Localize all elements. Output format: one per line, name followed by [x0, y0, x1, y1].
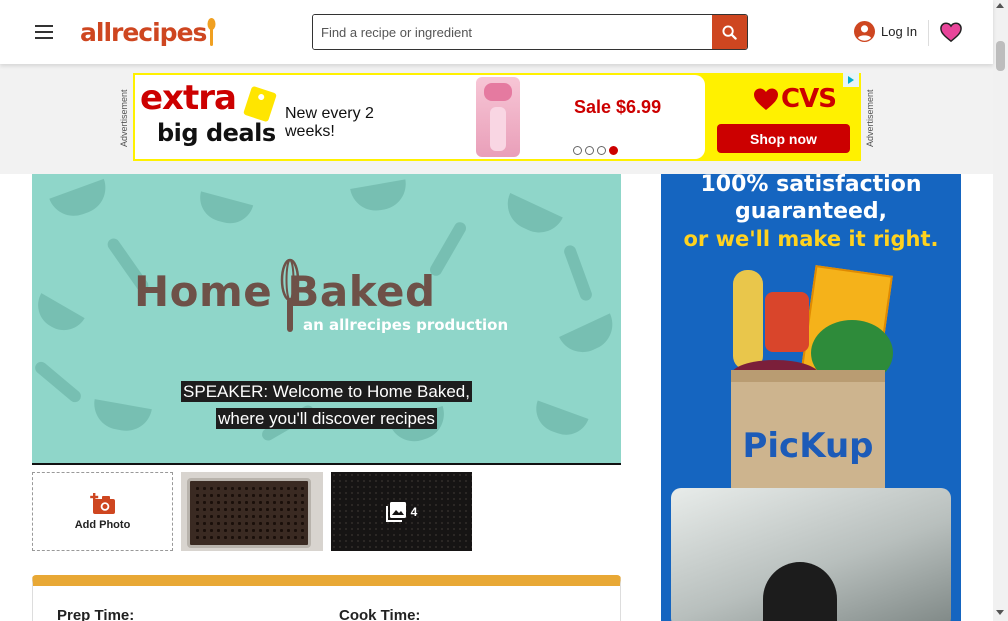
photo-gallery-thumbnail[interactable]: 4: [331, 472, 472, 551]
menu-icon[interactable]: [35, 25, 53, 39]
recipe-photo-thumbnail[interactable]: [181, 472, 323, 551]
corn-image: [733, 270, 763, 370]
logo-text: allrecipes: [80, 18, 207, 47]
spoon-icon: [207, 18, 216, 46]
favorites-heart-icon[interactable]: [940, 21, 962, 43]
ad-video-panel[interactable]: [671, 488, 951, 621]
login-label: Log In: [881, 24, 918, 39]
scrollbar-thumb[interactable]: [996, 41, 1005, 71]
gallery-indicator: 4: [385, 501, 418, 522]
cook-time-label: Cook Time:: [339, 607, 421, 621]
carousel-dot-active[interactable]: [609, 146, 618, 155]
bowl-decoration: [49, 178, 113, 224]
recipe-details-card: Prep Time: Cook Time:: [32, 575, 621, 621]
carousel-dot[interactable]: [585, 146, 594, 155]
scroll-down-arrow-icon[interactable]: [996, 610, 1004, 615]
search-bar: [312, 14, 748, 50]
show-subtitle: an allrecipes production: [303, 316, 509, 334]
add-photo-button[interactable]: Add Photo: [32, 472, 173, 551]
caption-line-2: where you'll discover recipes: [216, 408, 437, 429]
ad-label-right: Advertisement: [865, 89, 875, 147]
search-input[interactable]: [313, 15, 712, 49]
video-player[interactable]: Home Baked an allrecipes production SPEA…: [32, 174, 621, 463]
banner-ad[interactable]: extra big deals New every 2 weeks! Sale …: [133, 73, 861, 161]
bowl-decoration: [194, 191, 254, 229]
ad-carousel-dots: [573, 146, 618, 155]
carousel-dot[interactable]: [597, 146, 606, 155]
cvs-logo: CVS: [753, 84, 837, 114]
ad-sale-price: Sale $6.99: [574, 97, 662, 117]
cvs-heart-icon: [754, 88, 778, 110]
add-photo-label: Add Photo: [74, 518, 131, 531]
sidebar-ad[interactable]: 100% satisfaction guaranteed, or we'll m…: [661, 174, 961, 621]
ad-headline-extra: extra: [140, 78, 237, 118]
login-link[interactable]: Log In: [854, 21, 917, 42]
gallery-icon: [385, 501, 406, 522]
header-divider: [928, 20, 929, 46]
adchoices-icon[interactable]: [843, 73, 859, 87]
carousel-dot[interactable]: [573, 146, 582, 155]
pickup-brand-text: PicKup: [742, 426, 874, 466]
cvs-brand-text: CVS: [781, 84, 837, 114]
ad-tagline: New every 2 weeks!: [285, 105, 374, 140]
ad-label-left: Advertisement: [119, 89, 129, 147]
user-icon: [854, 21, 875, 42]
add-photo-icon: [89, 492, 115, 514]
bowl-decoration: [350, 179, 410, 215]
prep-time-label: Prep Time:: [57, 607, 135, 621]
ad-line-2: guaranteed,: [734, 199, 888, 224]
search-button[interactable]: [712, 15, 747, 49]
bowl-decoration: [559, 313, 621, 361]
site-logo[interactable]: allrecipes: [80, 16, 216, 48]
page-scrollbar[interactable]: [993, 0, 1008, 621]
razor-product-image: [476, 77, 520, 157]
video-progress-track[interactable]: [32, 463, 621, 465]
shop-now-button[interactable]: Shop now: [717, 124, 850, 153]
video-caption: SPEAKER: Welcome to Home Baked, where yo…: [32, 378, 621, 432]
ad-line-1: 100% satisfaction: [700, 174, 922, 197]
person-silhouette: [763, 562, 837, 621]
gallery-count: 4: [410, 504, 418, 519]
caption-line-1: SPEAKER: Welcome to Home Baked,: [181, 381, 472, 402]
bowl-decoration: [32, 293, 85, 339]
scroll-up-arrow-icon[interactable]: [996, 3, 1004, 8]
ad-headline-big-deals: big deals: [157, 119, 276, 147]
search-icon: [722, 24, 737, 40]
spatula-decoration: [562, 243, 594, 303]
page: allrecipes Log In: [0, 0, 1008, 621]
site-header: allrecipes Log In: [0, 0, 993, 64]
ad-line-3: or we'll make it right.: [683, 227, 939, 251]
salsa-jar-image: [765, 292, 809, 352]
bowl-decoration: [499, 192, 563, 242]
whisk-icon: [280, 258, 300, 332]
baking-tray-image: [187, 478, 311, 548]
